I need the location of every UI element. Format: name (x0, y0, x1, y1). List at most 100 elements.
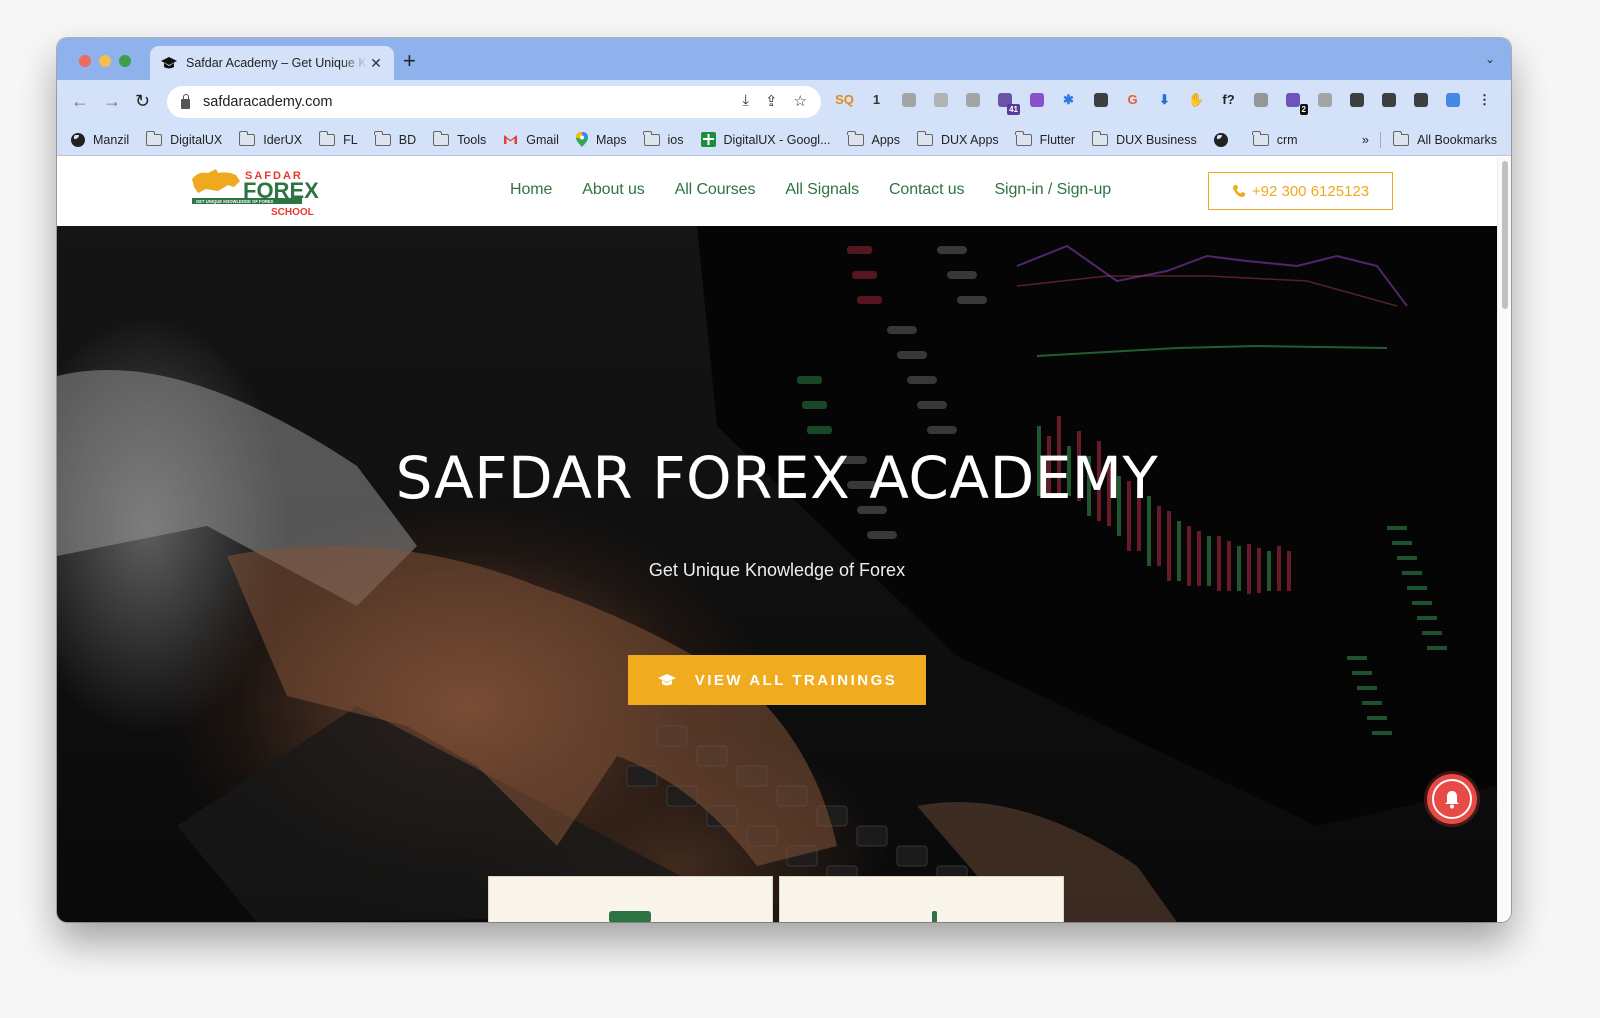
drop-extension-icon[interactable] (1091, 90, 1110, 109)
sq-extension-icon[interactable]: SQ (835, 90, 854, 109)
phone-icon (1232, 184, 1246, 198)
folder-icon (847, 130, 864, 146)
bookmark-item[interactable]: IderUX (238, 130, 302, 147)
camera-extension-icon[interactable] (963, 90, 982, 109)
close-window-button[interactable] (79, 55, 91, 67)
share-icon[interactable]: ⇪ (765, 92, 778, 110)
chat-extension-icon[interactable] (1027, 90, 1046, 109)
view-all-trainings-button[interactable]: VIEW ALL TRAININGS (628, 655, 926, 705)
side-panel-icon[interactable] (1411, 90, 1430, 109)
extension-label: ✋ (1188, 91, 1205, 107)
snowflake-extension-icon[interactable]: ✱ (1059, 90, 1078, 109)
bookmark-label: DigitalUX - Googl... (723, 132, 831, 147)
cast-extension-icon[interactable] (1315, 90, 1334, 109)
extension-glyph (1253, 92, 1268, 107)
bookmark-item[interactable] (1213, 132, 1236, 147)
maximize-window-button[interactable] (119, 55, 131, 67)
nav-sign-in[interactable]: Sign-in / Sign-up (994, 181, 1111, 199)
folder-icon (1252, 130, 1269, 146)
bookmark-item[interactable]: Maps (575, 132, 627, 147)
extension-glyph (1285, 92, 1300, 107)
counter-extension-icon[interactable]: 1 (867, 90, 886, 109)
bookmark-item[interactable]: Gmail (503, 133, 559, 147)
cap-extension-icon[interactable]: 41 (995, 90, 1020, 115)
extension-glyph (1029, 92, 1044, 107)
grammarly-g-extension-icon[interactable]: G (1123, 90, 1142, 109)
globe-extension-icon[interactable] (899, 90, 918, 109)
profile-avatar-icon[interactable] (1443, 90, 1462, 109)
nav-about-us[interactable]: About us (582, 181, 644, 199)
bookmark-item[interactable]: ios (643, 130, 684, 147)
bookmark-item[interactable]: Manzil (71, 132, 129, 147)
bookmark-label: BD (398, 132, 417, 147)
graduation-cap-icon (160, 55, 178, 71)
bookmark-item[interactable]: Tools (432, 130, 487, 147)
browser-window: Safdar Academy – Get Unique Knowledge of… (57, 38, 1511, 922)
stop-hand-extension-icon[interactable]: ✋ (1187, 90, 1206, 109)
extension-label: ⬇ (1159, 91, 1170, 107)
notification-bell-button[interactable] (1427, 774, 1477, 824)
bookmark-label: Maps (595, 132, 627, 147)
bookmark-item[interactable]: crm (1252, 130, 1298, 147)
nav-all-courses[interactable]: All Courses (675, 181, 756, 199)
bookmark-item[interactable]: DigitalUX - Googl... (700, 132, 831, 147)
all-bookmarks-button[interactable]: All Bookmarks (1392, 130, 1497, 147)
link-extension-icon[interactable]: 2 (1283, 90, 1308, 115)
extension-glyph (1413, 92, 1428, 107)
install-app-icon[interactable]: ⤓ (742, 92, 749, 110)
phone-button[interactable]: +92 300 6125123 (1208, 172, 1393, 210)
font-finder-extension-icon[interactable]: f? (1219, 90, 1238, 109)
bookmarks-divider (1380, 132, 1381, 148)
site-logo[interactable]: SAFDAR FOREX GET UNIQUE KNOWLEDGE OF FOR… (188, 165, 323, 218)
desk-icon (609, 911, 651, 922)
sheets-icon (700, 132, 716, 147)
lock-icon[interactable] (181, 94, 190, 109)
extension-badge: 41 (1007, 104, 1020, 115)
tab-title: Safdar Academy – Get Unique Knowledge of… (186, 56, 368, 70)
page-scrollbar[interactable] (1497, 157, 1511, 922)
extension-label: SQ (835, 92, 854, 107)
forward-arrow-icon[interactable]: → (103, 91, 121, 112)
bookmark-item[interactable]: Flutter (1015, 130, 1075, 147)
close-tab-icon[interactable]: ✕ (368, 55, 384, 72)
puzzle-extensions-icon[interactable] (1347, 90, 1366, 109)
address-bar[interactable]: safdaracademy.com ⤓ ⇪ ☆ (167, 86, 821, 118)
extension-glyph (1445, 92, 1460, 107)
nav-contact-us[interactable]: Contact us (889, 181, 965, 199)
tab-search-chevron-icon[interactable]: ⌄ (1485, 52, 1495, 66)
tab-active[interactable]: Safdar Academy – Get Unique Knowledge of… (150, 46, 394, 80)
bookmark-item[interactable]: Apps (847, 130, 900, 147)
bookmark-item[interactable]: DUX Apps (916, 130, 999, 147)
folder-icon (643, 130, 660, 146)
extension-glyph (1349, 92, 1364, 107)
feature-card[interactable] (779, 876, 1064, 922)
url-text[interactable]: safdaracademy.com (203, 94, 332, 110)
video-extension-icon[interactable] (1251, 90, 1270, 109)
bookmark-label: Tools (457, 132, 487, 147)
feature-card[interactable] (488, 876, 773, 922)
gmail-icon (503, 134, 518, 145)
downloads-icon[interactable] (1379, 90, 1398, 109)
main-nav: Home About us All Courses All Signals Co… (510, 181, 1141, 199)
folder-icon (374, 130, 391, 146)
nav-home[interactable]: Home (510, 181, 552, 199)
globe-icon (1213, 132, 1228, 147)
reload-icon[interactable]: ↻ (135, 91, 150, 112)
minimize-window-button[interactable] (99, 55, 111, 67)
extension-label: ⋮ (1478, 91, 1491, 107)
new-tab-button[interactable]: + (403, 50, 416, 72)
download-arrow-extension-icon[interactable]: ⬇ (1155, 90, 1174, 109)
nav-all-signals[interactable]: All Signals (785, 181, 859, 199)
bookmark-star-icon[interactable]: ☆ (794, 92, 807, 110)
bookmark-item[interactable]: DUX Business (1091, 130, 1197, 147)
folder-icon (318, 130, 336, 146)
bookmark-item[interactable]: BD (374, 130, 417, 147)
scrollbar-thumb[interactable] (1502, 161, 1508, 309)
bookmark-item[interactable]: DigitalUX (145, 130, 222, 147)
menu-kebab-icon[interactable]: ⋮ (1475, 90, 1494, 109)
script-extension-icon[interactable] (931, 90, 950, 109)
back-arrow-icon[interactable]: ← (71, 91, 89, 112)
bookmark-item[interactable]: FL (318, 130, 358, 147)
bookmarks-overflow-button[interactable]: » (1362, 132, 1369, 147)
bookmarks-bar: Manzil DigitalUX IderUX FL BD Tools Gmail Maps i… (57, 124, 1511, 156)
